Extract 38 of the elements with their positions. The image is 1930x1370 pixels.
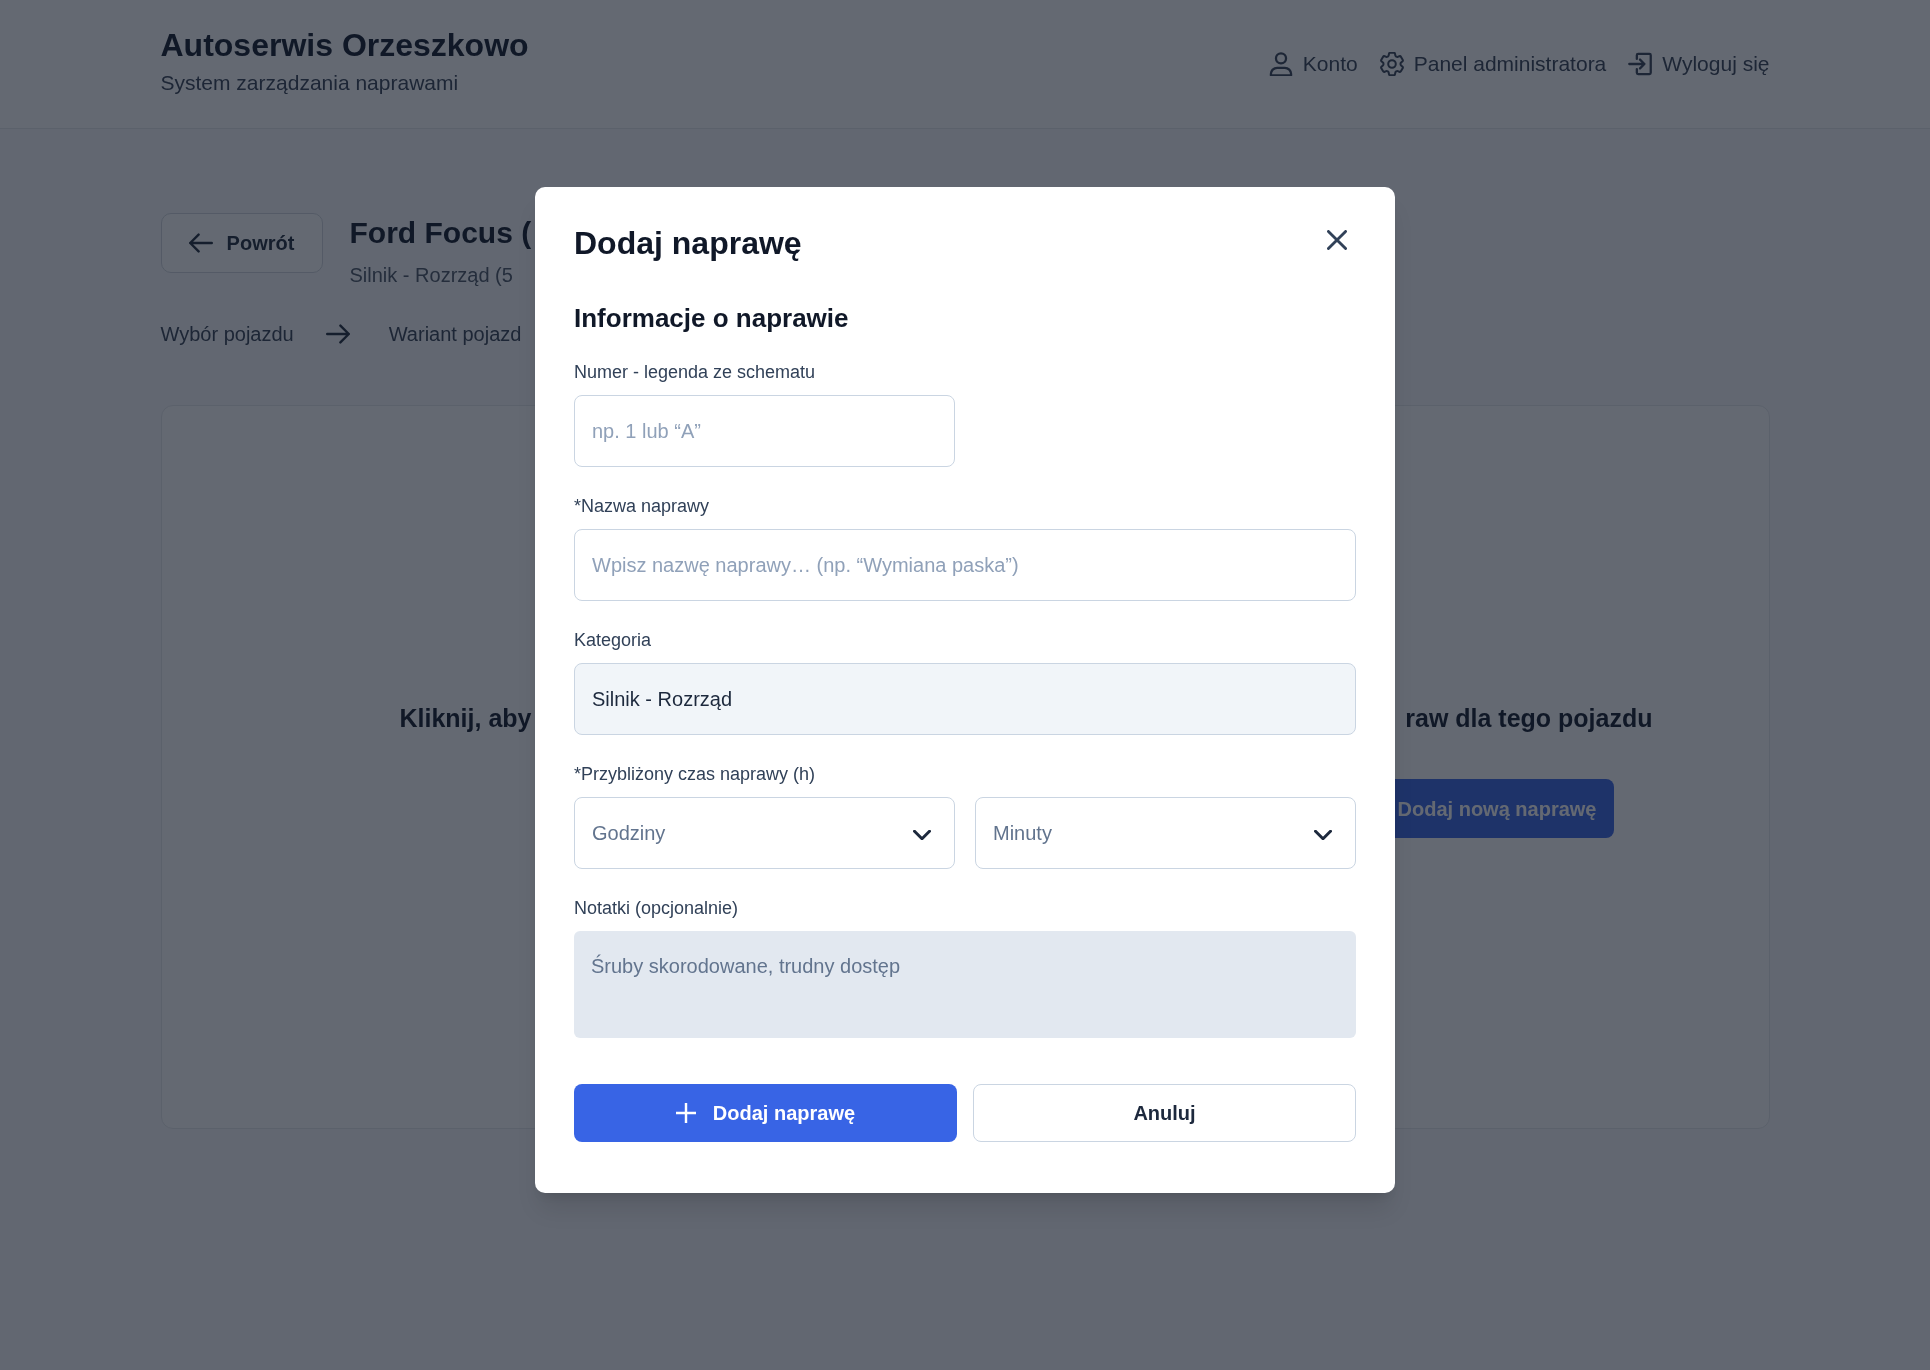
modal-title: Dodaj naprawę: [574, 224, 802, 263]
nav-link[interactable]: Panel administratora: [1379, 50, 1607, 78]
arrow-right-icon: [325, 322, 350, 346]
submit-button[interactable]: Dodaj naprawę: [574, 1084, 957, 1142]
field-label: Kategoria: [574, 629, 653, 652]
close-button[interactable]: [1324, 227, 1350, 253]
plus-icon: [675, 1103, 696, 1123]
vehicle-subtitle: Silnik - Rozrząd (5: [349, 263, 514, 288]
chevron-down-icon: [1314, 830, 1332, 840]
select-field[interactable]: Minuty: [975, 797, 1356, 869]
back-button[interactable]: Powrót: [160, 213, 323, 273]
field-label: *Przybliżony czas naprawy (h): [574, 763, 817, 786]
field-label: Numer - legenda ze schematu: [574, 361, 817, 384]
chevron-down-icon: [913, 830, 931, 840]
cancel-button[interactable]: Anuluj: [973, 1084, 1356, 1142]
field-label: Notatki (opcjonalnie): [574, 897, 740, 920]
select-field[interactable]: Godziny: [574, 797, 955, 869]
empty-state-text: Kliknij, aby: [399, 703, 532, 734]
nav-link[interactable]: Konto: [1268, 50, 1358, 78]
empty-state-text: raw dla tego pojazdu: [1405, 703, 1653, 734]
section-title: Informacje o naprawie: [574, 302, 850, 335]
app-title: Autoserwis Orzeszkowo: [160, 26, 529, 64]
breadcrumb-link[interactable]: Wariant pojazd: [388, 320, 522, 348]
breadcrumb-link[interactable]: Wybór pojazdu: [160, 320, 294, 348]
add-repair-button[interactable]: Dodaj nową naprawę: [1394, 779, 1614, 838]
arrow-left-icon: [188, 231, 213, 255]
input-field[interactable]: np. 1 lub “A”: [574, 395, 955, 467]
gear-icon: [1379, 52, 1404, 76]
person-icon: [1268, 52, 1293, 76]
close-icon: [1327, 230, 1347, 250]
nav-link[interactable]: Wyloguj się: [1628, 50, 1770, 78]
vehicle-title: Ford Focus (: [349, 215, 532, 251]
app-subtitle: System zarządzania naprawami: [160, 70, 460, 96]
field-label: *Nazwa naprawy: [574, 495, 711, 518]
input-field[interactable]: Wpisz nazwę naprawy… (np. “Wymiana paska”): [574, 529, 1356, 601]
input-field[interactable]: Silnik - Rozrząd: [574, 663, 1356, 735]
textarea-field[interactable]: Śruby skorodowane, trudny dostęp: [574, 931, 1356, 1038]
box-arrow-icon: [1628, 52, 1653, 76]
